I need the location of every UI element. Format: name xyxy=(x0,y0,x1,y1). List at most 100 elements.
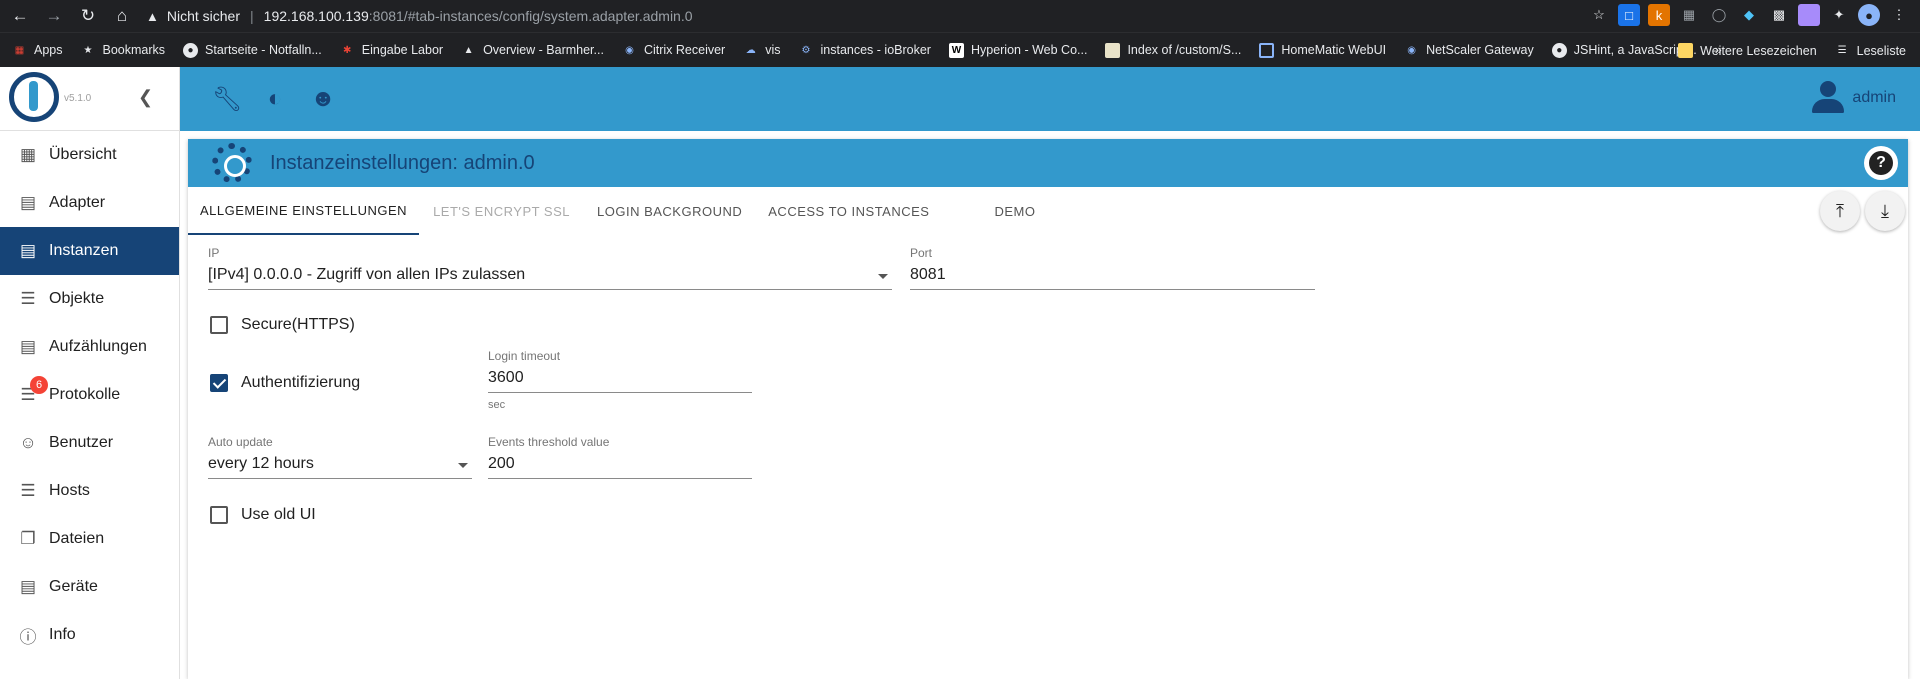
settings-tabs: ALLGEMEINE EINSTELLUNGEN LET'S ENCRYPT S… xyxy=(188,187,1908,235)
address-separator: | xyxy=(250,8,254,24)
bookmark-bookmarks[interactable]: ★ Bookmarks xyxy=(81,43,166,58)
home-icon[interactable]: ⌂ xyxy=(108,2,136,30)
secure-label: Secure(HTTPS) xyxy=(241,316,355,333)
chevron-left-icon[interactable]: ❮ xyxy=(138,87,153,108)
bookmarks-right: Weitere Lesezeichen ☰ Leseliste xyxy=(1678,33,1906,67)
sidebar-item-dateien[interactable]: ❐ Dateien xyxy=(0,515,179,563)
sidebar-item-label: Benutzer xyxy=(49,434,114,451)
tab-demo[interactable]: DEMO xyxy=(942,187,1047,235)
bookmark-index[interactable]: Index of /custom/S... xyxy=(1105,42,1241,58)
bookmark-apps[interactable]: ▦ Apps xyxy=(12,43,63,58)
tab-lets-encrypt[interactable]: LET'S ENCRYPT SSL xyxy=(419,187,584,235)
extension-qr-icon[interactable]: ▩ xyxy=(1768,4,1790,26)
bookmark-other[interactable]: Weitere Lesezeichen xyxy=(1678,43,1817,58)
sidebar-item-geraete[interactable]: ▤ Geräte xyxy=(0,563,179,611)
bookmark-citrix[interactable]: ◉ Citrix Receiver xyxy=(622,43,725,58)
checkbox-unchecked-icon[interactable] xyxy=(210,316,228,334)
bookmark-label: Bookmarks xyxy=(102,43,166,57)
secure-https-checkbox[interactable]: Secure(HTTPS) xyxy=(210,316,355,334)
bookmark-iobroker[interactable]: ⚙ instances - ioBroker xyxy=(799,43,931,58)
back-icon[interactable]: ← xyxy=(6,2,34,30)
extension-blue-icon[interactable]: □ xyxy=(1618,4,1640,26)
extensions-puzzle-icon[interactable]: ✦ xyxy=(1828,4,1850,26)
extension-purple-icon[interactable] xyxy=(1798,4,1820,26)
sidebar-item-benutzer[interactable]: ☺ Benutzer xyxy=(0,419,179,467)
tab-allgemeine-einstellungen[interactable]: ALLGEMEINE EINSTELLUNGEN xyxy=(188,187,420,235)
use-old-ui-checkbox[interactable]: Use old UI xyxy=(210,506,316,524)
devices-icon: ▤ xyxy=(19,577,37,596)
extension-circle-icon[interactable]: ◯ xyxy=(1708,4,1730,26)
upload-settings-button[interactable]: ⤒ xyxy=(1820,191,1860,231)
tab-access-to-instances[interactable]: ACCESS TO INSTANCES xyxy=(755,187,942,235)
bookmark-hyperion[interactable]: W Hyperion - Web Co... xyxy=(948,42,1087,58)
events-threshold-input[interactable]: 200 xyxy=(488,449,752,479)
star-bookmark-icon[interactable]: ☆ xyxy=(1588,4,1610,26)
sidebar-item-hosts[interactable]: ☰ Hosts xyxy=(0,467,179,515)
ip-select[interactable]: IP [IPv4] 0.0.0.0 - Zugriff von allen IP… xyxy=(208,246,892,290)
auto-update-select-value[interactable]: every 12 hours xyxy=(208,449,472,479)
download-settings-button[interactable]: ⤓ xyxy=(1865,191,1905,231)
browser-menu-icon[interactable]: ⋮ xyxy=(1888,4,1910,26)
sidebar-item-adapter[interactable]: ▤ Adapter xyxy=(0,179,179,227)
checkbox-unchecked-icon[interactable] xyxy=(210,506,228,524)
bookmark-eingabe-labor[interactable]: ✱ Eingabe Labor xyxy=(340,43,443,58)
login-timeout-field[interactable]: Login timeout 3600 sec xyxy=(488,349,752,411)
sidebar-item-objekte[interactable]: ☰ Objekte xyxy=(0,275,179,323)
help-button[interactable]: ? xyxy=(1864,146,1898,180)
events-threshold-label: Events threshold value xyxy=(488,435,610,449)
address-bar[interactable]: ▲ Nicht sicher | 192.168.100.139 :8081/#… xyxy=(146,8,693,24)
files-icon: ❐ xyxy=(20,529,36,548)
tab-login-background[interactable]: LOGIN BACKGROUND xyxy=(584,187,755,235)
instance-settings-panel: Instanzeinstellungen: admin.0 ? ALLGEMEI… xyxy=(188,139,1908,679)
login-timeout-input[interactable]: 3600 xyxy=(488,363,752,393)
extension-k-icon[interactable]: k xyxy=(1648,4,1670,26)
bookmark-jshint[interactable]: ● JSHint, a JavaScript... xyxy=(1551,42,1697,58)
bookmark-startseite[interactable]: ● Startseite - Notfalln... xyxy=(183,42,322,58)
bookmark-vis[interactable]: ☁ vis xyxy=(743,43,781,58)
reload-icon[interactable]: ↻ xyxy=(74,2,102,30)
theme-toggle-icon[interactable]: ◐ xyxy=(251,75,299,123)
list-icon: ☰ xyxy=(20,289,36,308)
sidebar-item-label: Geräte xyxy=(49,578,98,595)
bookmark-homematic[interactable]: HomeMatic WebUI xyxy=(1259,42,1386,58)
port-label: Port xyxy=(910,246,933,260)
extension-grid-icon[interactable]: ▦ xyxy=(1678,4,1700,26)
ip-select-value[interactable]: [IPv4] 0.0.0.0 - Zugriff von allen IPs z… xyxy=(208,260,892,290)
bookmark-label: Eingabe Labor xyxy=(361,43,444,57)
sidebar-item-uebersicht[interactable]: ▦ Übersicht xyxy=(0,131,179,179)
sidebar-item-info[interactable]: ⓘ Info xyxy=(0,611,179,659)
reading-list[interactable]: ☰ Leseliste xyxy=(1835,43,1906,58)
bookmark-overview[interactable]: ▲ Overview - Barmher... xyxy=(461,43,604,58)
extension-diamond-icon[interactable]: ◆ xyxy=(1738,4,1760,26)
checkbox-checked-icon[interactable] xyxy=(210,374,228,392)
bookmark-label: Apps xyxy=(34,43,63,57)
port-input[interactable]: 8081 xyxy=(910,260,1315,290)
bookmark-label: Startseite - Notfalln... xyxy=(205,43,322,57)
wrench-icon[interactable]: 🔧︎ xyxy=(203,75,251,123)
enum-icon: ▤ xyxy=(19,337,37,356)
auto-update-select[interactable]: Auto update every 12 hours xyxy=(208,435,472,479)
homematic-icon xyxy=(1259,42,1275,58)
browser-toolbar: ← → ↻ ⌂ ▲ Nicht sicher | 192.168.100.139… xyxy=(0,0,1920,32)
events-threshold-field[interactable]: Events threshold value 200 xyxy=(488,435,752,479)
user-menu[interactable]: admin xyxy=(1812,81,1896,115)
star-icon: ★ xyxy=(83,44,93,56)
bookmark-label: NetScaler Gateway xyxy=(1426,43,1534,57)
bookmark-netscaler[interactable]: ◉ NetScaler Gateway xyxy=(1404,43,1534,58)
bookmark-label: Overview - Barmher... xyxy=(483,43,604,57)
sidebar-item-instanzen[interactable]: ▤ Instanzen xyxy=(0,227,179,275)
expert-mode-icon[interactable]: ☻ xyxy=(299,75,347,123)
sidebar-item-aufzaehlungen[interactable]: ▤ Aufzählungen xyxy=(0,323,179,371)
url-path: :8081/#tab-instances/config/system.adapt… xyxy=(368,8,693,24)
page-icon: ✱ xyxy=(343,44,352,56)
page-title: Instanzeinstellungen: admin.0 xyxy=(270,151,535,174)
forward-icon[interactable]: → xyxy=(40,2,68,30)
profile-avatar-icon[interactable]: ● xyxy=(1858,4,1880,26)
app: v5.1.0 ❮ ▦ Übersicht ▤ Adapter ▤ Instanzen … xyxy=(0,67,1920,679)
authentication-checkbox[interactable]: Authentifizierung xyxy=(210,374,360,392)
port-field[interactable]: Port 8081 xyxy=(910,246,1315,290)
version-label: v5.1.0 xyxy=(64,93,92,104)
old-ui-label: Use old UI xyxy=(241,506,316,523)
ip-label: IP xyxy=(208,246,220,260)
sidebar-item-protokolle[interactable]: ☰ Protokolle 6 xyxy=(0,371,179,419)
